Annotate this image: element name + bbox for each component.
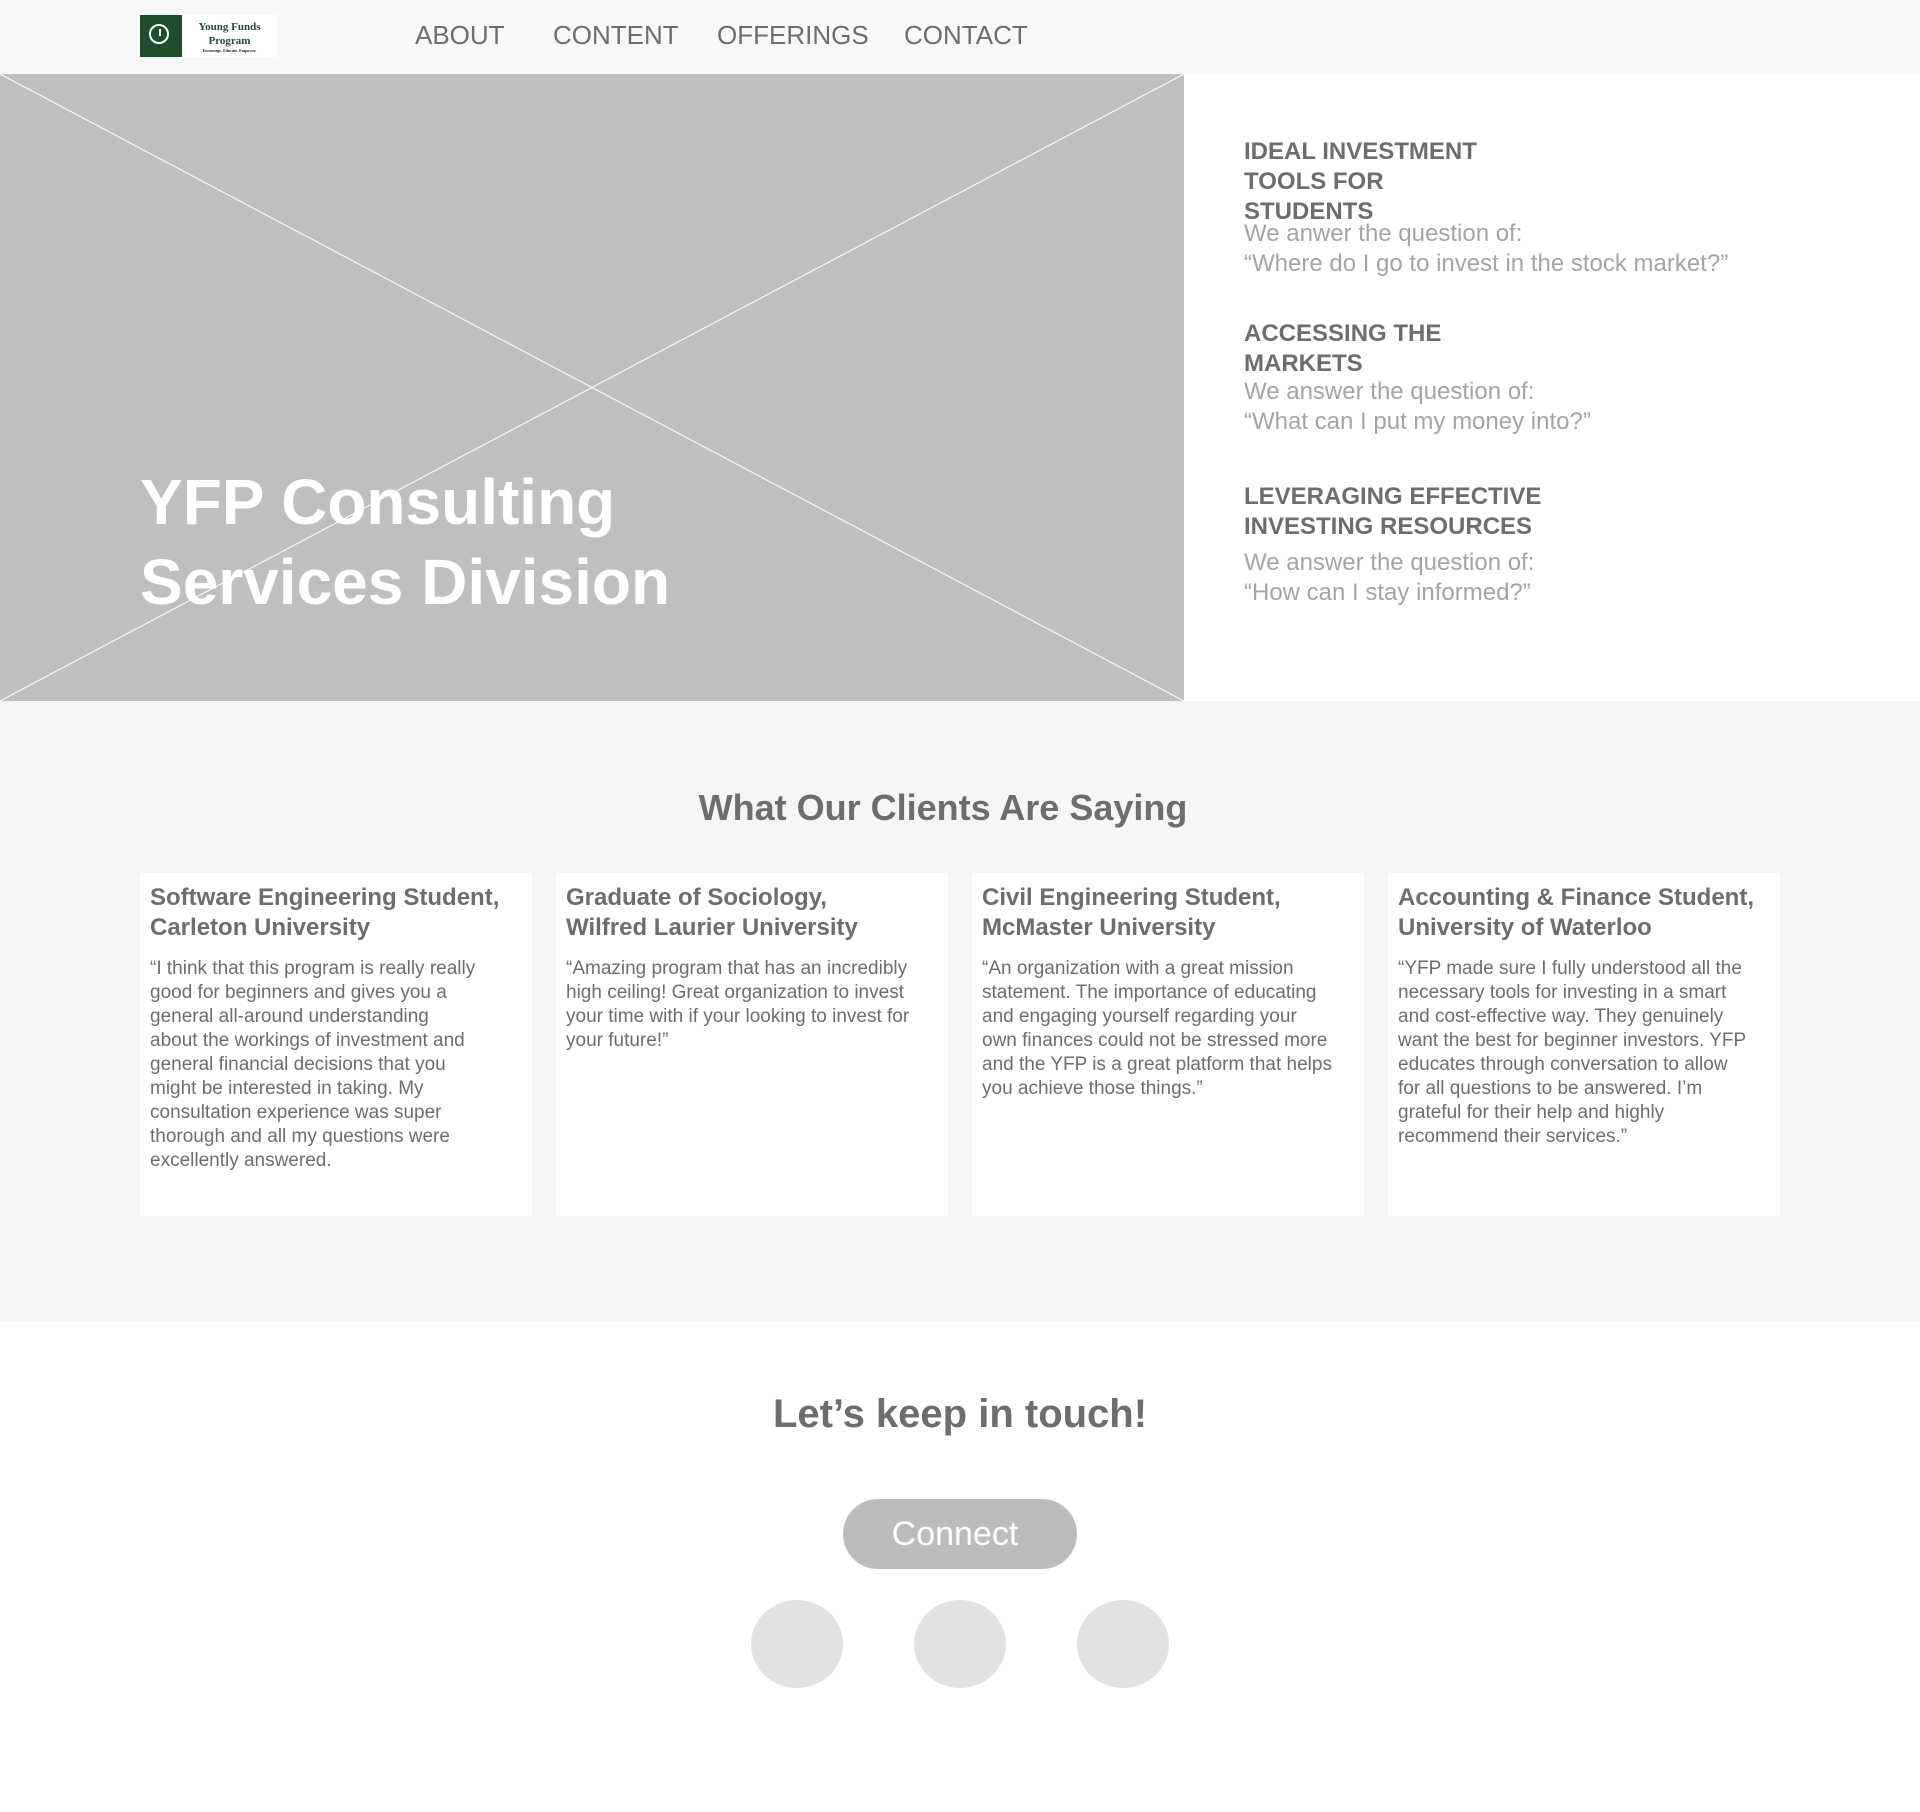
- testimonial-author-line: McMaster University: [982, 914, 1216, 941]
- testimonial-author-line: University of Waterloo: [1398, 914, 1652, 941]
- info-text: We answer the question of: “How can I st…: [1244, 548, 1804, 608]
- social-icon-placeholder[interactable]: [751, 1600, 843, 1688]
- info-heading-line: MARKETS: [1244, 350, 1363, 377]
- info-heading-line: IDEAL INVESTMENT: [1244, 138, 1477, 165]
- quote-line: you achieve those things.”: [982, 1078, 1203, 1099]
- logo-name-line1: Young Funds: [198, 20, 261, 33]
- nav-item-contact[interactable]: CONTACT: [904, 20, 1028, 51]
- info-text: We answer the question of: “What can I p…: [1244, 377, 1804, 437]
- quote-line: grateful for their help and highly: [1398, 1102, 1665, 1123]
- testimonial-author: Civil Engineering Student, McMaster Univ…: [982, 883, 1354, 943]
- testimonials-section: What Our Clients Are Saying Software Eng…: [0, 701, 1920, 1322]
- quote-line: “YFP made sure I fully understood all th…: [1398, 958, 1742, 979]
- testimonial-card: Graduate of Sociology, Wilfred Laurier U…: [556, 873, 948, 1216]
- clock-icon: [140, 15, 182, 57]
- testimonial-quote: “YFP made sure I fully understood all th…: [1398, 957, 1770, 1149]
- quote-line: about the workings of investment and: [150, 1030, 465, 1051]
- nav-item-about[interactable]: ABOUT: [415, 20, 505, 51]
- testimonial-author: Software Engineering Student, Carleton U…: [150, 883, 522, 943]
- connect-button[interactable]: Connect: [843, 1499, 1077, 1569]
- info-heading: IDEAL INVESTMENT TOOLS FOR STUDENTS: [1244, 137, 1804, 227]
- testimonial-author-line: Software Engineering Student,: [150, 884, 500, 911]
- testimonials-title: What Our Clients Are Saying: [698, 787, 1188, 828]
- quote-line: excellently answered.: [150, 1150, 332, 1171]
- testimonial-quote: “Amazing program that has an incredibly …: [566, 957, 938, 1053]
- hero-title: YFP Consulting Services Division: [140, 462, 670, 622]
- info-text-line: We answer the question of:: [1244, 378, 1535, 405]
- info-block-markets: ACCESSING THE MARKETS We answer the ques…: [1244, 319, 1804, 437]
- testimonial-author-line: Wilfred Laurier University: [566, 914, 858, 941]
- info-heading-line: ACCESSING THE: [1244, 320, 1442, 347]
- quote-line: your time with if your looking to invest…: [566, 1006, 910, 1027]
- quote-line: and the YFP is a great platform that hel…: [982, 1054, 1332, 1075]
- info-text: We anwer the question of: “Where do I go…: [1244, 219, 1804, 279]
- testimonial-card: Software Engineering Student, Carleton U…: [140, 873, 532, 1216]
- quote-line: thorough and all my questions were: [150, 1126, 450, 1147]
- info-text-line: “What can I put my money into?”: [1244, 408, 1591, 435]
- info-text-line: “Where do I go to invest in the stock ma…: [1244, 250, 1729, 277]
- quote-line: “An organization with a great mission: [982, 958, 1294, 979]
- quote-line: and engaging yourself regarding your: [982, 1006, 1297, 1027]
- quote-line: necessary tools for investing in a smart: [1398, 982, 1727, 1003]
- quote-line: “Amazing program that has an incredibly: [566, 958, 908, 979]
- quote-line: and cost-effective way. They genuinely: [1398, 1006, 1724, 1027]
- testimonial-quote: “An organization with a great mission st…: [982, 957, 1354, 1101]
- info-heading-line: LEVERAGING EFFECTIVE: [1244, 483, 1542, 510]
- logo-name-line2: Program: [208, 34, 251, 47]
- quote-line: your future!”: [566, 1030, 669, 1051]
- info-heading: ACCESSING THE MARKETS: [1244, 319, 1804, 379]
- quote-line: “I think that this program is really rea…: [150, 958, 476, 979]
- hero-title-line1: YFP Consulting: [140, 466, 616, 538]
- testimonial-author-line: Civil Engineering Student,: [982, 884, 1281, 911]
- info-heading-line: TOOLS FOR: [1244, 168, 1384, 195]
- info-heading: LEVERAGING EFFECTIVE INVESTING RESOURCES: [1244, 482, 1804, 542]
- quote-line: want the best for beginner investors. YF…: [1398, 1030, 1747, 1051]
- info-heading-line: INVESTING RESOURCES: [1244, 513, 1533, 540]
- contact-title: Let’s keep in touch!: [772, 1392, 1148, 1436]
- quote-line: general financial decisions that you: [150, 1054, 446, 1075]
- social-icon-placeholder[interactable]: [914, 1600, 1006, 1688]
- quote-line: general all-around understanding: [150, 1006, 429, 1027]
- testimonial-author-line: Carleton University: [150, 914, 371, 941]
- quote-line: statement. The importance of educating: [982, 982, 1317, 1003]
- quote-line: might be interested in taking. My: [150, 1078, 424, 1099]
- social-icon-placeholder[interactable]: [1077, 1600, 1169, 1688]
- logo-text: Young Funds Program Encourage. Educate. …: [182, 20, 277, 53]
- quote-line: recommend their services.”: [1398, 1126, 1628, 1147]
- quote-line: good for beginners and gives you a: [150, 982, 447, 1003]
- quote-line: for all questions to be answered. I’m: [1398, 1078, 1703, 1099]
- info-block-resources: LEVERAGING EFFECTIVE INVESTING RESOURCES…: [1244, 482, 1804, 608]
- nav-item-offerings[interactable]: OFFERINGS: [717, 20, 869, 51]
- testimonial-card: Accounting & Finance Student, University…: [1388, 873, 1780, 1216]
- logo[interactable]: Young Funds Program Encourage. Educate. …: [140, 15, 277, 57]
- info-block-tools: IDEAL INVESTMENT TOOLS FOR STUDENTS We a…: [1244, 137, 1804, 279]
- logo-tagline: Encourage. Educate. Empower.: [202, 47, 257, 53]
- nav-item-content[interactable]: CONTENT: [553, 20, 679, 51]
- info-text-line: “How can I stay informed?”: [1244, 579, 1531, 606]
- quote-line: educates through conversation to allow: [1398, 1054, 1728, 1075]
- testimonial-author-line: Accounting & Finance Student,: [1398, 884, 1755, 911]
- testimonial-author-line: Graduate of Sociology,: [566, 884, 827, 911]
- testimonial-author: Accounting & Finance Student, University…: [1398, 883, 1770, 943]
- info-text-line: We anwer the question of:: [1244, 220, 1523, 247]
- quote-line: own finances could not be stressed more: [982, 1030, 1328, 1051]
- testimonial-card: Civil Engineering Student, McMaster Univ…: [972, 873, 1364, 1216]
- info-text-line: We answer the question of:: [1244, 549, 1535, 576]
- hero-title-line2: Services Division: [140, 546, 671, 618]
- quote-line: consultation experience was super: [150, 1102, 442, 1123]
- testimonial-author: Graduate of Sociology, Wilfred Laurier U…: [566, 883, 938, 943]
- site-header: Young Funds Program Encourage. Educate. …: [0, 0, 1920, 74]
- quote-line: high ceiling! Great organization to inve…: [566, 982, 904, 1003]
- testimonial-quote: “I think that this program is really rea…: [150, 957, 522, 1173]
